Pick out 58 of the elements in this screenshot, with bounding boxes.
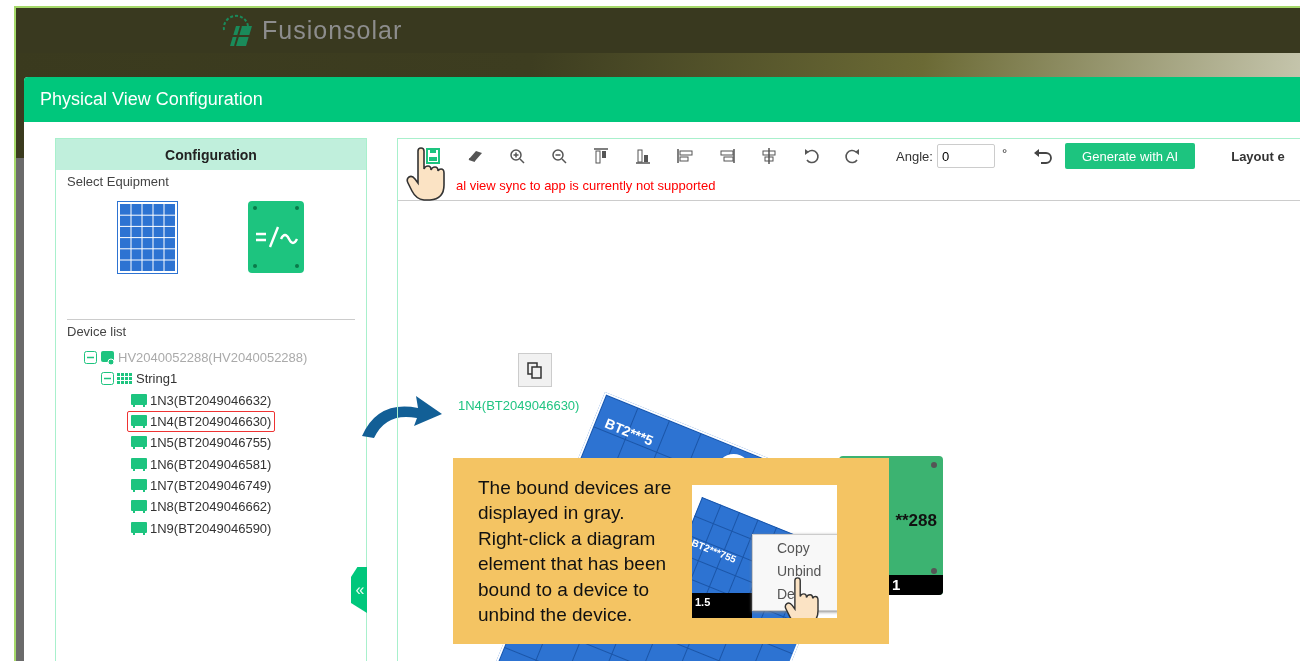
tree-item[interactable]: 1N9(BT2049046590) bbox=[127, 517, 276, 539]
angle-input[interactable]: 0 bbox=[936, 144, 995, 168]
undo-icon[interactable] bbox=[802, 147, 820, 165]
align-left-icon[interactable] bbox=[676, 147, 694, 165]
copy-button[interactable] bbox=[518, 353, 552, 387]
dialog-title: Physical View Configuration bbox=[24, 77, 1300, 122]
angle-label: Angle: bbox=[896, 148, 933, 164]
align-bottom-icon[interactable] bbox=[634, 147, 652, 165]
menu-item[interactable]: Unbind bbox=[753, 560, 837, 584]
inverter-index: 1 bbox=[892, 576, 901, 593]
inverter-label: **288 bbox=[895, 511, 937, 531]
module-icon bbox=[131, 457, 147, 471]
tree-item-label: String1 bbox=[136, 371, 178, 387]
tree-item[interactable]: 1N7(BT2049046749) bbox=[127, 474, 276, 497]
copy-icon bbox=[527, 361, 543, 379]
brand-name: Fusionsolar bbox=[262, 16, 403, 45]
panel-index: 1.5 bbox=[692, 592, 752, 618]
menu-item[interactable]: Copy bbox=[753, 537, 837, 561]
tree-item[interactable]: 1N6(BT2049046581) bbox=[127, 453, 276, 475]
solar-panel-icon[interactable] bbox=[117, 201, 178, 274]
tree-item-label: 1N8(BT2049046662) bbox=[150, 499, 272, 515]
module-icon bbox=[131, 393, 147, 407]
module-icon bbox=[131, 415, 147, 429]
tree-item[interactable]: 1N8(BT2049046662) bbox=[127, 496, 276, 518]
hand-cursor-icon bbox=[406, 147, 446, 201]
tree-item-label: 1N6(BT2049046581) bbox=[150, 456, 272, 472]
tree-item-label: 1N5(BT2049046755) bbox=[150, 435, 272, 451]
module-icon bbox=[131, 500, 147, 514]
align-right-icon[interactable] bbox=[718, 147, 736, 165]
callout-text: The bound devices are displayed in gray. Right-click a diagram element that has been bound to a device to unbind the device. bbox=[478, 475, 673, 627]
layout-label: Layout e bbox=[1231, 148, 1285, 164]
align-top-icon[interactable] bbox=[592, 147, 610, 165]
zoom-in-icon[interactable] bbox=[508, 147, 526, 165]
inverter-icon bbox=[100, 350, 115, 366]
highlighted-tree-item[interactable]: 1N4(BT2049046630) bbox=[127, 410, 276, 433]
save-icon[interactable] bbox=[424, 147, 442, 165]
menu-item[interactable]: De bbox=[753, 583, 837, 607]
section-label: Device list bbox=[66, 323, 128, 341]
redo-icon[interactable] bbox=[844, 147, 862, 165]
panel-title: Configuration bbox=[56, 139, 366, 170]
tree-item-label: HV2040052288(HV2040052288) bbox=[118, 350, 308, 366]
degree-sign: ° bbox=[1001, 145, 1008, 161]
module-icon bbox=[131, 478, 147, 492]
device-label: 1N4(BT2049046630) bbox=[458, 398, 580, 413]
tree-item-label: 1N4(BT2049046630) bbox=[150, 414, 272, 430]
zoom-out-icon[interactable] bbox=[550, 147, 568, 165]
reset-icon[interactable] bbox=[1033, 148, 1054, 164]
module-icon bbox=[131, 436, 147, 450]
tree-item-label: 1N3(BT2049046632) bbox=[150, 392, 272, 408]
align-center-icon[interactable] bbox=[760, 147, 778, 165]
tree-item[interactable]: String1 bbox=[97, 368, 182, 390]
panel-grid-icon bbox=[117, 373, 133, 385]
tree-item[interactable]: 1N3(BT2049046632) bbox=[127, 389, 276, 411]
tree-item-label: 1N9(BT2049046590) bbox=[150, 520, 272, 536]
section-label: Select Equipment bbox=[66, 173, 170, 191]
module-icon bbox=[131, 521, 147, 535]
tree-item[interactable]: 1N5(BT2049046755) bbox=[127, 432, 276, 454]
tree-item-label: 1N7(BT2049046749) bbox=[150, 477, 272, 493]
